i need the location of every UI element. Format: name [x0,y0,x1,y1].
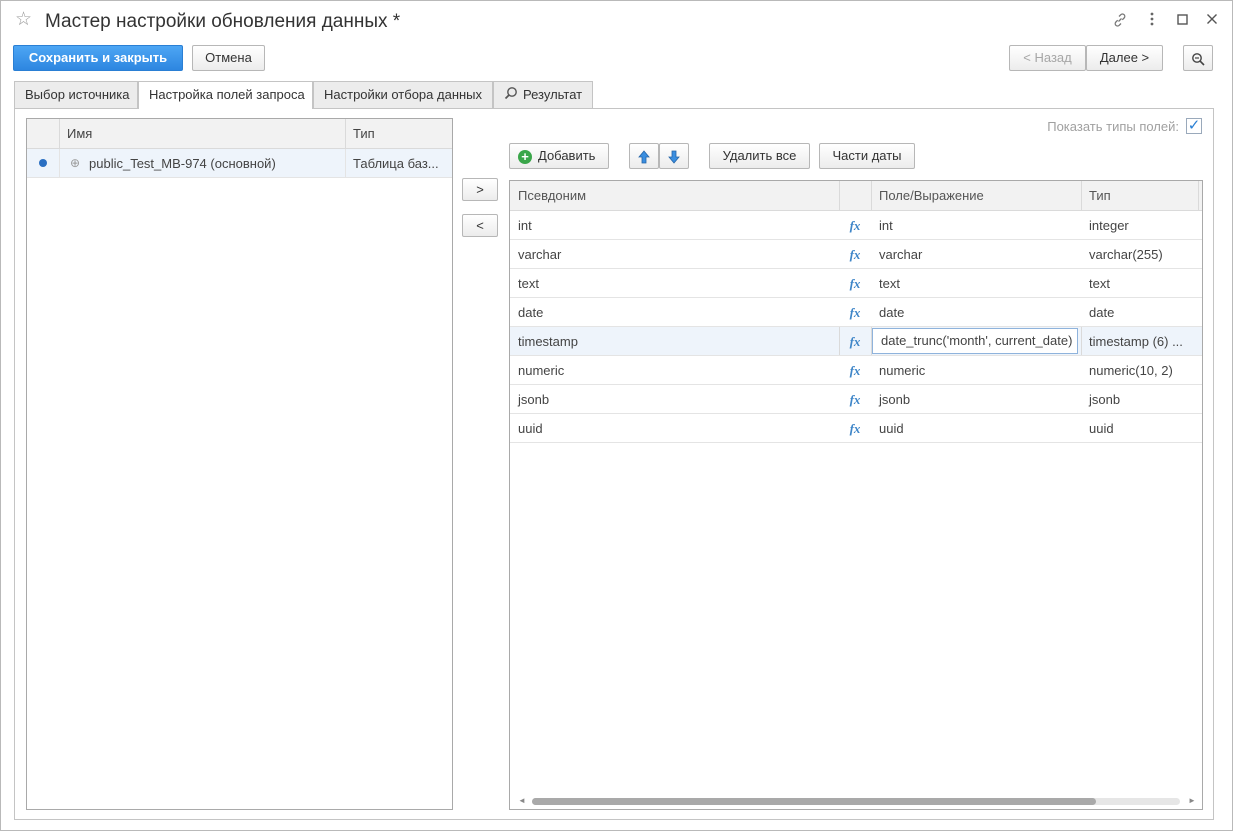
scroll-left-icon[interactable]: ◄ [518,795,526,807]
delete-all-button[interactable]: Удалить все [709,143,810,169]
fx-icon[interactable]: fx [839,269,871,298]
next-button[interactable]: Далее > [1086,45,1163,71]
current-row-marker-icon [39,159,47,167]
add-button-label: Добавить [538,148,596,163]
date-parts-button[interactable]: Части даты [819,143,915,169]
horizontal-scrollbar[interactable]: ◄ ► [510,792,1202,809]
type-cell: varchar(255) [1089,247,1163,262]
type-cell: numeric(10, 2) [1089,363,1173,378]
fx-icon[interactable]: fx [839,356,871,385]
table-row[interactable]: ⊕ public_Test_MB-974 (основной) Таблица … [27,149,452,178]
table-row-selected[interactable]: timestamp fx date_trunc('month', current… [510,327,1202,356]
window-title: Мастер настройки обновления данных * [45,11,401,32]
search-icon [504,83,518,109]
alias-cell[interactable]: text [510,269,839,298]
header-type[interactable]: Тип [1081,181,1198,211]
tab-query-fields[interactable]: Настройка полей запроса [138,81,313,109]
type-cell: jsonb [1089,392,1121,407]
type-cell: uuid [1089,421,1114,436]
maximize-icon[interactable] [1173,12,1191,30]
expression-cell[interactable]: numeric [871,356,1081,385]
table-row[interactable]: numeric fx numeric numeric(10, 2) [510,356,1202,385]
expand-icon[interactable]: ⊕ [70,149,80,178]
table-row[interactable]: jsonb fx jsonb jsonb [510,385,1202,414]
header-type[interactable]: Тип [345,119,452,149]
type-cell: text [1089,276,1110,291]
move-right-button[interactable]: > [462,178,498,201]
fx-icon[interactable]: fx [839,240,871,269]
source-name: public_Test_MB-974 (основной) [89,156,276,171]
tab-filter-settings[interactable]: Настройки отбора данных [313,81,493,108]
table-row[interactable]: varchar fx varchar varchar(255) [510,240,1202,269]
table-row[interactable]: int fx int integer [510,211,1202,240]
link-icon[interactable] [1111,12,1129,30]
cancel-button[interactable]: Отмена [192,45,265,71]
source-tables-list[interactable]: Имя Тип ⊕ public_Test_MB-974 (основной) … [26,118,453,810]
show-types-label: Показать типы полей: [1047,119,1179,134]
type-cell: integer [1089,218,1129,233]
header-alias[interactable]: Псевдоним [510,181,839,211]
header-name[interactable]: Имя [59,119,345,149]
wizard-window: ☆ Мастер настройки обновления данных * С… [0,0,1233,831]
title-bar: ☆ Мастер настройки обновления данных * [1,1,1232,41]
source-type: Таблица баз... [353,156,439,171]
type-cell: date [1089,305,1115,320]
star-icon[interactable]: ☆ [15,10,32,30]
fx-icon[interactable]: fx [839,414,871,443]
fields-table-header: Псевдоним Поле/Выражение Тип [510,181,1202,211]
scroll-right-icon[interactable]: ► [1188,795,1196,807]
move-up-button[interactable] [629,143,659,169]
show-types-checkbox[interactable]: ✓ [1186,118,1202,134]
source-table-header: Имя Тип [27,119,452,149]
expression-cell[interactable]: date [871,298,1081,327]
alias-cell[interactable]: timestamp [510,327,839,356]
magnifier-icon [1191,50,1205,66]
alias-cell[interactable]: varchar [510,240,839,269]
alias-cell[interactable]: jsonb [510,385,839,414]
add-icon: + [518,149,532,164]
table-row[interactable]: date fx date date [510,298,1202,327]
zoom-button[interactable] [1183,45,1213,71]
more-icon[interactable] [1143,12,1161,30]
type-cell: timestamp (6) ... [1089,334,1183,349]
move-left-button[interactable]: < [462,214,498,237]
tab-result-label: Результат [523,87,583,102]
expression-cell[interactable]: uuid [871,414,1081,443]
close-icon[interactable] [1203,12,1221,30]
table-row[interactable]: text fx text text [510,269,1202,298]
expression-cell[interactable]: text [871,269,1081,298]
arrow-down-icon [668,148,680,164]
move-down-button[interactable] [659,143,689,169]
expression-cell[interactable]: varchar [871,240,1081,269]
expression-edit-field[interactable]: date_trunc('month', current_date) [872,328,1078,354]
fx-icon[interactable]: fx [839,385,871,414]
tab-result[interactable]: Результат [493,81,593,108]
fx-icon[interactable]: fx [839,211,871,240]
alias-cell[interactable]: int [510,211,839,240]
expression-cell[interactable]: jsonb [871,385,1081,414]
tab-source[interactable]: Выбор источника [14,81,138,108]
back-button[interactable]: < Назад [1009,45,1086,71]
table-row[interactable]: uuid fx uuid uuid [510,414,1202,443]
add-button[interactable]: + Добавить [509,143,609,169]
header-expression[interactable]: Поле/Выражение [871,181,1081,211]
alias-cell[interactable]: numeric [510,356,839,385]
fields-table[interactable]: Псевдоним Поле/Выражение Тип int fx int … [509,180,1203,810]
save-close-button[interactable]: Сохранить и закрыть [13,45,183,71]
query-fields-panel: Имя Тип ⊕ public_Test_MB-974 (основной) … [14,108,1214,820]
alias-cell[interactable]: uuid [510,414,839,443]
alias-cell[interactable]: date [510,298,839,327]
fx-icon[interactable]: fx [839,327,871,356]
fx-icon[interactable]: fx [839,298,871,327]
scroll-thumb[interactable] [532,798,1096,805]
arrow-up-icon [638,148,650,163]
expression-cell[interactable]: int [871,211,1081,240]
